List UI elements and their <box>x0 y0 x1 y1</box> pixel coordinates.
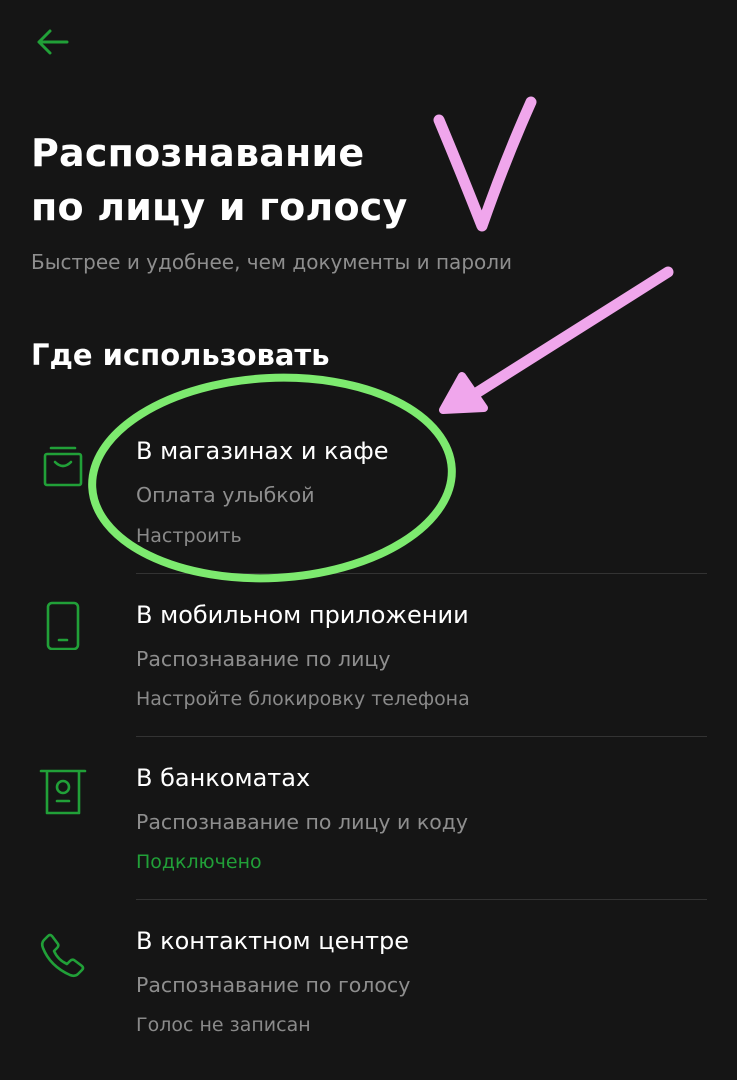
divider <box>136 899 707 900</box>
item-status: Настроить <box>136 525 242 547</box>
list-item-atm[interactable]: В банкоматах Распознавание по лицу и код… <box>0 755 737 905</box>
item-status-connected: Подключено <box>136 851 262 873</box>
page-title-line1: Распознавание <box>31 131 365 175</box>
item-status: Настройте блокировку телефона <box>136 688 470 710</box>
shopping-bag-icon <box>43 446 83 487</box>
item-status: Голос не записан <box>136 1014 311 1036</box>
arrow-annotation-shaft <box>472 266 674 398</box>
item-description: Оплата улыбкой <box>136 483 315 507</box>
item-label: В магазинах и кафе <box>136 437 389 465</box>
page-title: Распознавание по лицу и голосу <box>31 126 631 234</box>
divider <box>136 573 707 574</box>
page-title-line2: по лицу и голосу <box>31 185 408 229</box>
item-label: В контактном центре <box>136 927 410 955</box>
list-item-shops[interactable]: В магазинах и кафе Оплата улыбкой Настро… <box>0 428 737 578</box>
item-description: Распознавание по лицу и коду <box>136 810 469 834</box>
item-label: В банкоматах <box>136 764 311 792</box>
page-subtitle: Быстрее и удобнее, чем документы и парол… <box>31 250 513 274</box>
item-label: В мобильном приложении <box>136 601 469 629</box>
item-description: Распознавание по голосу <box>136 973 411 997</box>
arrow-left-icon <box>37 29 69 55</box>
list-item-contact-center[interactable]: В контактном центре Распознавание по гол… <box>0 918 737 1068</box>
item-description: Распознавание по лицу <box>136 647 391 671</box>
arrow-annotation-head <box>439 372 488 414</box>
back-button[interactable] <box>28 22 76 62</box>
phone-icon <box>40 933 85 978</box>
section-title: Где использовать <box>31 338 330 372</box>
smartphone-icon <box>46 601 80 650</box>
divider <box>136 736 707 737</box>
atm-icon <box>39 769 87 815</box>
list-item-mobile-app[interactable]: В мобильном приложении Распознавание по … <box>0 592 737 742</box>
